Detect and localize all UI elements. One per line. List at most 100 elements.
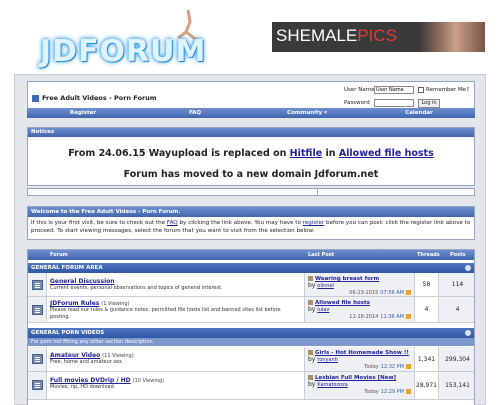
forum-table-header: Forum Last Post Threads Posts [28, 250, 474, 260]
empty-cell [28, 189, 318, 195]
welcome-body: If this is your first visit, be sure to … [28, 217, 474, 237]
remember-me-label: Remember Me? [426, 87, 469, 93]
forum-name-link[interactable]: Amateur Video [50, 352, 100, 359]
posts-cell: 114 [439, 273, 474, 296]
forum-row: General Discussion Current events, perso… [28, 273, 474, 297]
forum-row: JDForum Rules (1 Viewing) Please read ou… [28, 297, 474, 323]
category-header[interactable]: GENERAL PORN VIDEOS [28, 328, 474, 338]
navbar-community[interactable]: Community ▾ [251, 108, 363, 118]
post-count: 153,141 [445, 382, 470, 389]
forum-name-link[interactable]: General Discussion [50, 278, 115, 285]
forum-row: Amateur Video (11 Viewing) Free, home an… [28, 347, 474, 372]
banner-text: SHEMALEPICS [276, 26, 397, 46]
register-link[interactable]: register [303, 220, 325, 226]
category-header[interactable]: GENERAL FORUM AREA [28, 263, 474, 273]
welcome-text-mid: by clicking the link above. You may have… [177, 220, 303, 226]
forum-status-cell [28, 297, 47, 322]
page-wrapper: Free Adult Videos - Porn Forum User Name… [14, 74, 486, 405]
forum-name-link[interactable]: JDForum Rules [50, 300, 99, 307]
faq-link[interactable]: FAQ [167, 220, 178, 226]
last-post-time: 11:36 AM [380, 314, 404, 320]
forum-description: Current events, personal observations an… [50, 285, 223, 291]
last-post-time: 07:56 AM [380, 290, 404, 296]
last-post-cell: Allowed file hosts by Iulav 11-18-2014 1… [305, 297, 415, 322]
post-count: 114 [451, 281, 464, 288]
threads-cell: 58 [415, 273, 439, 296]
forum-title[interactable]: Free Adult Videos - Porn Forum [42, 94, 157, 102]
navbar-register[interactable]: Register [27, 108, 139, 118]
threads-cell: 28,971 [415, 372, 439, 399]
column-forum: Forum [50, 252, 68, 258]
category-name: GENERAL FORUM AREA [31, 265, 103, 271]
last-post-date: Today [364, 364, 379, 370]
login-button[interactable]: Log in [418, 99, 440, 108]
last-post-author[interactable]: tonyanh [317, 357, 338, 363]
thread-count: 1,341 [417, 356, 436, 363]
welcome-header: Welcome to the Free Adult Videos - Porn … [28, 207, 474, 217]
forum-description: Movies, rip, HD download [50, 384, 114, 390]
home-icon[interactable] [32, 94, 39, 102]
password-input[interactable] [374, 99, 414, 107]
password-label: Password [344, 100, 370, 106]
post-icon [308, 276, 313, 281]
forum-status-cell [28, 273, 47, 296]
last-post-date: 11-18-2014 [349, 314, 379, 320]
go-to-last-post-icon[interactable] [406, 290, 411, 295]
post-count: 299,304 [445, 356, 470, 363]
banner-text-main: SHEMALE [276, 26, 358, 45]
notices-box: Notices From 24.06.15 Wayupload is repla… [27, 127, 475, 186]
post-icon [308, 300, 313, 305]
empty-row [27, 188, 475, 196]
thread-count: 28,971 [416, 382, 437, 389]
forum-info-cell: JDForum Rules (1 Viewing) Please read ou… [47, 297, 305, 322]
notices-header: Notices [28, 128, 474, 137]
threads-cell: 1,341 [415, 347, 439, 371]
notice-1-pre: From 24.06.15 Wayupload is replaced on [68, 148, 290, 159]
forum-info-cell: General Discussion Current events, perso… [47, 273, 305, 296]
last-post-author[interactable]: Iulav [317, 307, 329, 313]
last-post-author[interactable]: Kamatozoza [317, 382, 348, 388]
post-count: 4 [455, 306, 460, 313]
thread-count: 58 [422, 281, 431, 288]
navbar-faq[interactable]: FAQ [139, 108, 251, 118]
posts-cell: 153,141 [439, 372, 474, 399]
go-to-last-post-icon[interactable] [406, 389, 411, 394]
navbar-calendar[interactable]: Calendar [363, 108, 475, 118]
go-to-last-post-icon[interactable] [406, 314, 411, 319]
empty-cell [318, 189, 474, 195]
hitfile-link[interactable]: Hitfile [290, 148, 323, 159]
column-threads: Threads [417, 252, 440, 258]
forum-name-link[interactable]: Full movies DVDrip / HD [50, 377, 131, 384]
forum-status-icon [32, 280, 43, 290]
breadcrumb: Free Adult Videos - Porn Forum [32, 94, 157, 102]
forum-info-cell: Full movies DVDrip / HD (10 Viewing) Mov… [47, 372, 305, 399]
notice-line-1: From 24.06.15 Wayupload is replaced on H… [28, 148, 474, 159]
welcome-box: Welcome to the Free Adult Videos - Porn … [27, 206, 475, 240]
forum-status-icon [32, 380, 43, 390]
last-post-time: 12:29 PM [380, 389, 404, 395]
forum-status-icon [32, 354, 43, 364]
collapse-icon[interactable] [465, 265, 471, 271]
last-post-date: Today [364, 389, 379, 395]
username-input[interactable] [374, 86, 414, 94]
site-logo[interactable]: JDFORUM [18, 4, 205, 69]
ad-banner[interactable]: SHEMALEPICS [272, 22, 485, 52]
logo-text: JDFORUM [40, 34, 207, 69]
last-post-author[interactable]: olinnel [317, 283, 334, 289]
forum-table: Forum Last Post Threads Posts GENERAL FO… [27, 249, 475, 405]
column-posts: Posts [450, 252, 466, 258]
site-header: JDFORUM SHEMALEPICS [0, 0, 500, 72]
remember-me-checkbox[interactable] [418, 87, 424, 93]
go-to-last-post-icon[interactable] [406, 364, 411, 369]
collapse-icon[interactable] [465, 330, 471, 336]
post-icon [308, 350, 313, 355]
last-post-date: 06-23-2015 [349, 290, 379, 296]
allowed-hosts-link[interactable]: Allowed file hosts [339, 148, 434, 159]
forum-status-icon [32, 305, 43, 315]
viewing-count: (10 Viewing) [132, 378, 165, 384]
notice-line-2: Forum has moved to a new domain Jdforum.… [123, 169, 379, 180]
forum-description: Please read our rules & guidance notes, … [50, 307, 281, 320]
banner-text-accent: PICS [357, 26, 397, 45]
username-label: User Name [344, 87, 375, 93]
banner-photo [419, 22, 485, 52]
